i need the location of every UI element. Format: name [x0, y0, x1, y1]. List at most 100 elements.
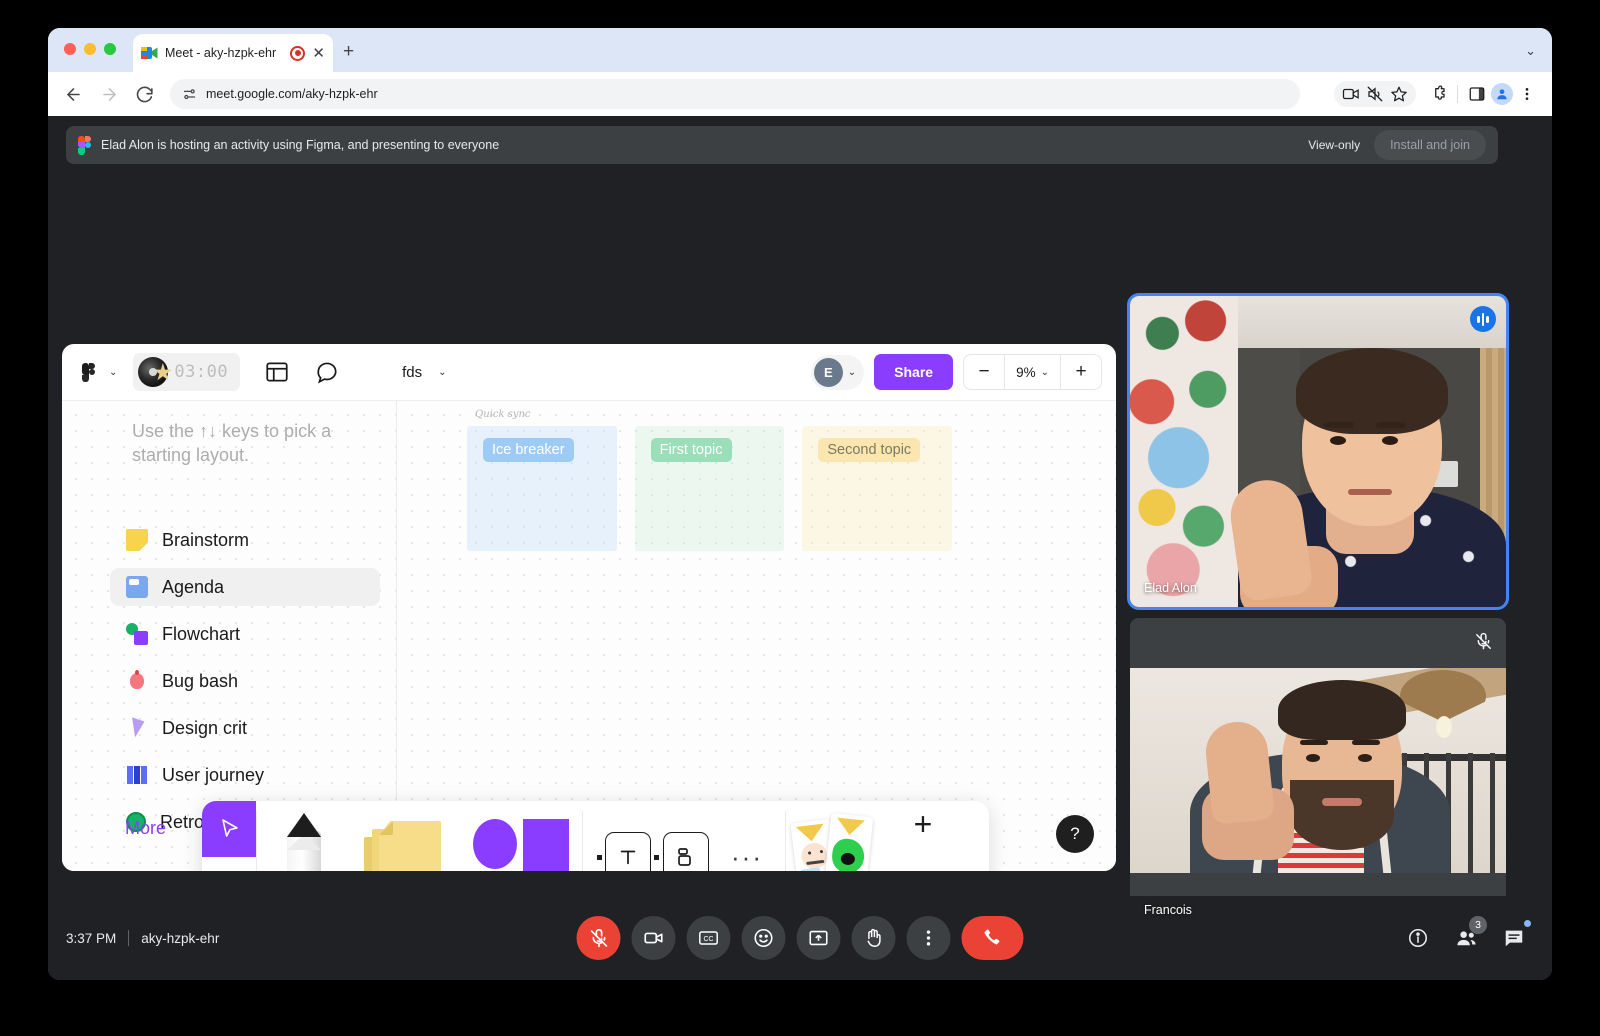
share-button[interactable]: Share — [874, 354, 954, 390]
extensions-icon[interactable] — [1427, 83, 1449, 105]
banner-message: Elad Alon is hosting an activity using F… — [101, 138, 500, 152]
minimize-window-button[interactable] — [84, 43, 96, 55]
participants-button[interactable]: 3 — [1446, 916, 1487, 958]
new-tab-button[interactable]: + — [343, 42, 354, 61]
chevron-down-icon[interactable]: ⌄ — [438, 367, 446, 378]
help-button[interactable]: ? — [1056, 815, 1094, 853]
figma-menu-button[interactable]: ⌄ — [76, 358, 123, 387]
side-panel-icon[interactable] — [1466, 83, 1488, 105]
zoom-in-button[interactable]: + — [1061, 355, 1101, 389]
layout-item-user-journey[interactable]: User journey — [110, 756, 380, 794]
figma-tool-bar: ↷ ··· — [202, 801, 989, 871]
chevron-down-icon[interactable]: ⌄ — [1525, 43, 1536, 59]
cursor-tool-group — [202, 801, 256, 871]
sticky-notes-tool[interactable] — [352, 801, 457, 871]
agenda-frame: Quick sync Ice breaker First topic Secon… — [467, 409, 953, 551]
timer-widget[interactable]: 03:00 — [133, 353, 241, 391]
comment-bubble-icon[interactable] — [308, 354, 346, 390]
avatar: E — [813, 357, 843, 387]
layout-item-agenda[interactable]: Agenda — [110, 568, 380, 606]
profile-avatar-icon[interactable] — [1491, 83, 1513, 105]
camera-button[interactable] — [631, 916, 676, 960]
agenda-board-icon — [126, 576, 148, 598]
layout-item-brainstorm[interactable]: Brainstorm — [110, 521, 380, 559]
close-icon[interactable]: ✕ — [312, 46, 325, 61]
address-bar[interactable]: meet.google.com/aky-hzpk-ehr — [170, 79, 1300, 109]
mic-off-icon — [1470, 628, 1496, 654]
close-window-button[interactable] — [64, 43, 76, 55]
sticky-note-icon — [126, 529, 148, 551]
stickers-tool[interactable]: 5:00 — [786, 801, 894, 871]
activity-banner: Elad Alon is hosting an activity using F… — [66, 126, 1498, 164]
document-name[interactable]: fds — [402, 364, 422, 381]
figma-canvas[interactable]: Use the ↑↓ keys to pick a starting layou… — [62, 401, 1116, 871]
ellipsis-icon[interactable]: ··· — [731, 842, 763, 872]
layout-item-label: Design crit — [162, 717, 248, 738]
more-menu-icon[interactable] — [1516, 83, 1538, 105]
maximize-window-button[interactable] — [104, 43, 116, 55]
bug-icon — [126, 670, 148, 692]
zoom-level-dropdown[interactable]: 9% ⌄ — [1004, 355, 1061, 389]
divider — [128, 930, 130, 946]
timer-value: 03:00 — [174, 362, 229, 382]
microphone-button[interactable] — [576, 916, 621, 960]
card-label: First topic — [650, 438, 732, 462]
participant-count-badge: 3 — [1469, 916, 1487, 934]
layout-item-label: Flowchart — [162, 623, 241, 644]
layout-item-design-crit[interactable]: Design crit — [110, 709, 380, 747]
card-label: Ice breaker — [483, 438, 574, 462]
url-text: meet.google.com/aky-hzpk-ehr — [206, 87, 378, 101]
shapes-tool[interactable]: ↷ — [457, 801, 582, 871]
bookmark-star-icon[interactable] — [1388, 83, 1410, 105]
move-tool-button[interactable] — [202, 801, 256, 857]
more-options-button[interactable] — [906, 916, 951, 960]
raise-hand-button[interactable] — [851, 916, 896, 960]
captions-button[interactable]: CC — [686, 916, 731, 960]
reload-icon[interactable] — [134, 83, 156, 105]
chat-button[interactable] — [1494, 918, 1534, 958]
google-meet-app: Elad Alon is hosting an activity using F… — [48, 116, 1552, 980]
add-tool-button[interactable]: + — [900, 801, 946, 847]
chevron-down-icon: ⌄ — [847, 366, 857, 378]
participant-tile-francois[interactable]: Francois — [1130, 618, 1506, 929]
leave-call-button[interactable] — [961, 916, 1024, 960]
map-icon — [126, 764, 148, 786]
view-only-label: View-only — [1308, 138, 1361, 152]
marker-pen-tool[interactable] — [257, 801, 352, 871]
collaborator-avatars[interactable]: E ⌄ — [810, 354, 865, 390]
browser-tab[interactable]: Meet - aky-hzpk-ehr ✕ — [133, 34, 333, 72]
zoom-out-button[interactable]: − — [964, 355, 1004, 389]
window-traffic-lights — [64, 43, 116, 55]
layout-item-flowchart[interactable]: Flowchart — [110, 615, 380, 653]
record-icon[interactable] — [290, 45, 306, 61]
text-tool-button[interactable] — [597, 832, 659, 871]
section-frame-tool-button[interactable] — [663, 832, 709, 871]
participant-name: Elad Alon — [1144, 581, 1197, 595]
participant-name: Francois — [1144, 903, 1192, 917]
sticker-monster — [824, 812, 874, 871]
agenda-card[interactable]: Second topic — [802, 426, 953, 551]
participant-tile-elad-alon[interactable]: Elad Alon — [1127, 293, 1509, 610]
card-label: Second topic — [818, 438, 921, 462]
forward-arrow-icon[interactable] — [98, 83, 120, 105]
agenda-card[interactable]: First topic — [634, 426, 785, 551]
agenda-card[interactable]: Ice breaker — [467, 426, 617, 551]
chevron-down-icon: ⌄ — [1040, 366, 1049, 378]
zoom-level-value: 9% — [1016, 364, 1036, 380]
more-layouts-link[interactable]: More — [125, 818, 166, 839]
hand-tool-button[interactable] — [202, 857, 256, 871]
layout-item-bug-bash[interactable]: Bug bash — [110, 662, 380, 700]
layout-grid-icon[interactable] — [258, 354, 296, 390]
screen-share-icon[interactable] — [1340, 83, 1362, 105]
present-button[interactable] — [796, 916, 841, 960]
layout-item-label: Bug bash — [162, 670, 239, 691]
svg-text:CC: CC — [704, 936, 714, 943]
layout-item-label: Agenda — [162, 576, 225, 597]
reactions-button[interactable] — [741, 916, 786, 960]
site-settings-icon[interactable] — [182, 87, 197, 102]
mute-site-icon[interactable] — [1364, 83, 1386, 105]
layout-item-label: Retro — [160, 811, 205, 832]
meeting-details-button[interactable] — [1398, 918, 1438, 958]
back-arrow-icon[interactable] — [62, 83, 84, 105]
install-and-join-button[interactable]: Install and join — [1374, 130, 1486, 160]
